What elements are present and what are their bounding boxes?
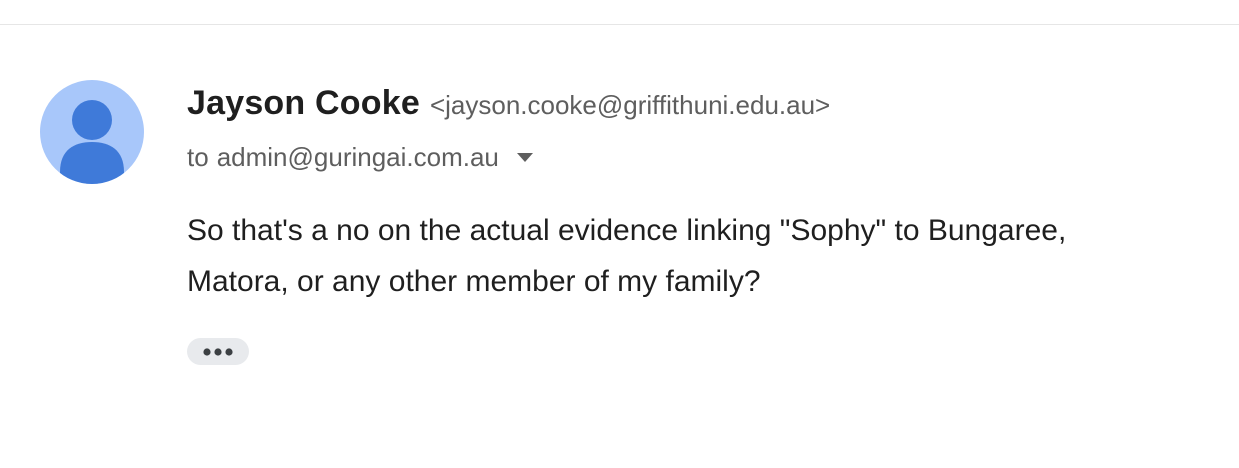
sender-avatar[interactable] (40, 80, 144, 184)
message-body-line: Matora, or any other member of my family… (187, 265, 761, 298)
message-body-line: So that's a no on the actual evidence li… (187, 214, 1067, 247)
show-details-button[interactable] (513, 145, 537, 169)
show-trimmed-content-button[interactable] (187, 338, 249, 365)
recipient-address: admin@guringai.com.au (216, 141, 499, 172)
email-message: Jayson Cooke <jayson.cooke@griffithuni.e… (0, 0, 1239, 468)
default-person-avatar-icon (60, 100, 124, 184)
recipient-prefix: to (187, 141, 209, 172)
sender-line: Jayson Cooke <jayson.cooke@griffithuni.e… (187, 84, 830, 128)
more-horizontal-icon (203, 347, 233, 356)
sender-name[interactable]: Jayson Cooke (187, 84, 420, 123)
caret-down-icon (516, 153, 533, 162)
sender-email: <jayson.cooke@griffithuni.edu.au> (429, 90, 831, 120)
message-body: So that's a no on the actual evidence li… (187, 205, 1207, 307)
recipient-line: to admin@guringai.com.au (187, 140, 537, 174)
